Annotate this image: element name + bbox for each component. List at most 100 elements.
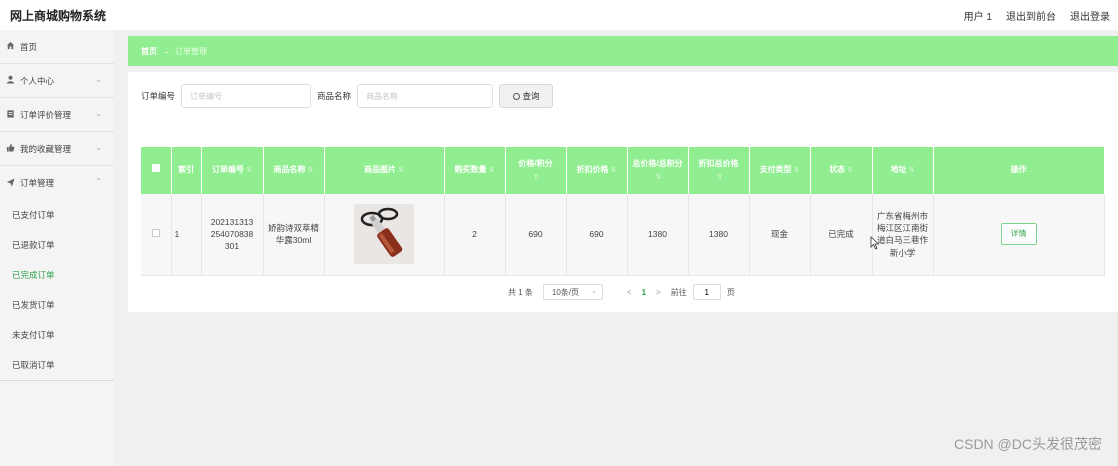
chevron-down-icon: ⌄ [95,143,102,152]
detail-button[interactable]: 详情 [1000,223,1037,246]
product-name-label: 商品名称 [317,91,352,101]
row-checkbox[interactable] [141,194,172,276]
col-product-name[interactable]: 商品名称 ⇅ [263,147,325,194]
orders-table: 索引 订单编号 ⇅ 商品名称 ⇅ 商品图片 ⇅ 购买数量 ⇅ 价格/积分 ⇅ 折扣价格 ⇅ … [141,147,1105,276]
sidebar-item-label: 首页 [20,41,38,52]
col-quantity[interactable]: 购买数量 ⇅ [444,147,506,194]
col-status[interactable]: 状态 ⇅ [810,147,873,194]
col-product-image[interactable]: 商品图片 ⇅ [324,147,445,194]
page-unit-label: 页 [726,287,735,297]
col-discount-total[interactable]: 折扣总价格 ⇅ [688,147,750,194]
sort-icon[interactable]: ⇅ [398,167,404,174]
page-number-current[interactable]: 1 [642,288,646,297]
mouse-cursor-icon [870,236,880,250]
page-size-select[interactable]: 10条/页 ⌄ [542,284,603,300]
user-icon [5,75,15,86]
logout-link[interactable]: 退出登录 [1070,8,1110,23]
col-index: 索引 [171,147,202,194]
current-user-link[interactable]: 用户 1 [964,8,992,23]
sort-icon[interactable]: ⇅ [308,167,314,174]
col-address[interactable]: 地址 ⇅ [872,147,934,194]
col-actions: 操作 [933,147,1105,194]
cell-actions: 详情 [933,194,1105,276]
cell-order-no: 202131313 254070838 301 [201,194,264,276]
sort-icon[interactable]: ⇅ [909,167,915,174]
submenu-item-cancelled[interactable]: 已取消订单 [0,350,114,380]
prev-page-icon[interactable]: < [627,288,632,297]
breadcrumb-home-link[interactable]: 首页 [141,46,157,57]
chevron-down-icon: ⌄ [95,109,102,118]
cell-pay-type: 现金 [749,194,811,276]
sort-icon[interactable]: ⇅ [794,167,800,174]
col-discount-price[interactable]: 折扣价格 ⇅ [566,147,628,194]
next-page-icon[interactable]: > [656,288,661,297]
col-pay-type[interactable]: 支付类型 ⇅ [749,147,811,194]
cell-price: 690 [505,194,567,276]
home-icon [5,41,15,52]
product-thumbnail[interactable] [354,204,414,265]
goto-page-input[interactable] [692,284,721,300]
sort-icon[interactable]: ⇅ [534,174,540,181]
app-title: 网上商城购物系统 [10,9,107,23]
order-submenu: 已支付订单 已退款订单 已完成订单 已发货订单 未支付订单 已取消订单 [0,200,114,380]
chevron-down-icon: ⌄ [95,75,102,84]
submenu-item-completed[interactable]: 已完成订单 [0,260,114,290]
cell-quantity: 2 [444,194,506,276]
sidebar: 首页 个人中心 ⌄ 订单评价管理 ⌄ 我的收藏管理 ⌄ 订单管理 ⌃ 已支付订单… [0,30,114,466]
sidebar-item-favorites[interactable]: 我的收藏管理 ⌄ [0,132,114,166]
submenu-item-shipped[interactable]: 已发货订单 [0,290,114,320]
submenu-item-paid[interactable]: 已支付订单 [0,200,114,230]
order-no-label: 订单编号 [141,91,176,101]
breadcrumb: 首页 → 订单管理 [128,36,1118,66]
table-header-row: 索引 订单编号 ⇅ 商品名称 ⇅ 商品图片 ⇅ 购买数量 ⇅ 价格/积分 ⇅ 折扣价格 ⇅ … [141,147,1105,194]
chevron-down-icon: ⌄ [591,288,597,295]
order-no-text: 202131313 254070838 301 [210,216,254,252]
submenu-item-refunded[interactable]: 已退款订单 [0,230,114,260]
cell-discount-price: 690 [566,194,628,276]
watermark: CSDN @DC头发很茂密 [954,436,1102,452]
select-all-checkbox[interactable] [141,147,172,194]
send-icon [5,177,15,189]
goto-label: 前往 [670,287,687,297]
total-count: 共 1 条 [508,287,533,297]
order-panel: 订单编号 商品名称 查询 索引 订单编号⇅ 商品名称⇅ [128,72,1118,312]
sidebar-item-order-management[interactable]: 订单管理 ⌃ [0,166,114,200]
search-icon [512,92,520,100]
cell-product-name: 娇韵诗双萃精华露30ml [263,194,325,276]
thumb-icon [5,143,15,154]
sort-icon[interactable]: ⇅ [847,167,853,174]
sidebar-item-label: 订单管理 [20,178,55,188]
cell-product-image [324,194,445,276]
breadcrumb-arrow: → [162,46,170,56]
sort-icon[interactable]: ⇅ [489,167,495,174]
chevron-up-icon: ⌃ [95,177,102,186]
clipboard-icon [5,109,15,120]
sidebar-item-home[interactable]: 首页 [0,30,114,64]
cell-status: 已完成 [810,194,873,276]
search-bar: 订单编号 商品名称 查询 [141,84,554,108]
back-to-frontend-link[interactable]: 退出到前台 [1006,8,1056,23]
sidebar-item-label: 订单评价管理 [20,109,72,120]
cell-index: 1 [171,194,202,276]
product-name-input[interactable] [357,84,494,108]
sort-icon[interactable]: ⇅ [656,174,662,181]
cell-address: 广东省梅州市梅江区江南街道白马三巷作新小学 [872,194,934,276]
sidebar-item-personal-center[interactable]: 个人中心 ⌄ [0,64,114,98]
query-button[interactable]: 查询 [499,84,554,108]
sidebar-item-order-review[interactable]: 订单评价管理 ⌄ [0,98,114,132]
sidebar-divider [0,380,114,381]
sort-icon[interactable]: ⇅ [717,174,723,181]
order-no-input[interactable] [181,84,312,108]
query-button-label: 查询 [522,91,540,101]
pagination: 共 1 条 10条/页 ⌄ < 1 > 前往 页 [508,284,735,300]
col-price[interactable]: 价格/积分 ⇅ [505,147,567,194]
cell-total: 1380 [627,194,689,276]
submenu-item-unpaid[interactable]: 未支付订单 [0,320,114,350]
sort-icon[interactable]: ⇅ [246,167,252,174]
sidebar-item-label: 我的收藏管理 [20,143,72,154]
sidebar-item-label: 个人中心 [20,75,55,86]
breadcrumb-current: 订单管理 [175,46,207,56]
sort-icon[interactable]: ⇅ [611,167,617,174]
col-order-no[interactable]: 订单编号 ⇅ [201,147,264,194]
col-total[interactable]: 总价格/总积分⇅ [627,147,689,194]
